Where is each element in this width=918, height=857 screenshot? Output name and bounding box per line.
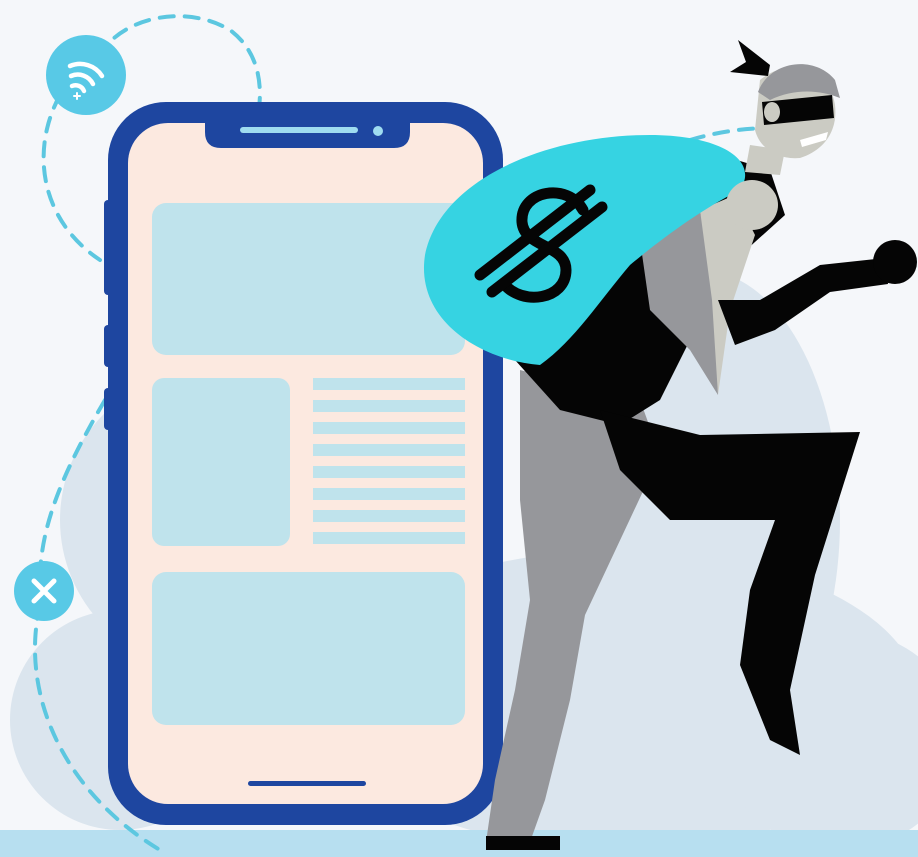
close-badge xyxy=(14,561,74,621)
screen-footer-block xyxy=(152,572,465,725)
smartphone xyxy=(104,102,503,825)
thief-ear xyxy=(764,102,780,122)
screen-banner-block xyxy=(152,203,465,355)
screen-image-block xyxy=(152,378,290,546)
phone-home-indicator xyxy=(248,781,366,786)
illustration-scene xyxy=(0,0,918,857)
wifi-badge xyxy=(46,35,126,115)
thief-back-hand xyxy=(726,180,778,230)
phone-camera xyxy=(373,126,383,136)
thief-back-shoe xyxy=(486,836,560,850)
thief-front-fist xyxy=(873,240,917,284)
phone-speaker xyxy=(240,127,358,133)
